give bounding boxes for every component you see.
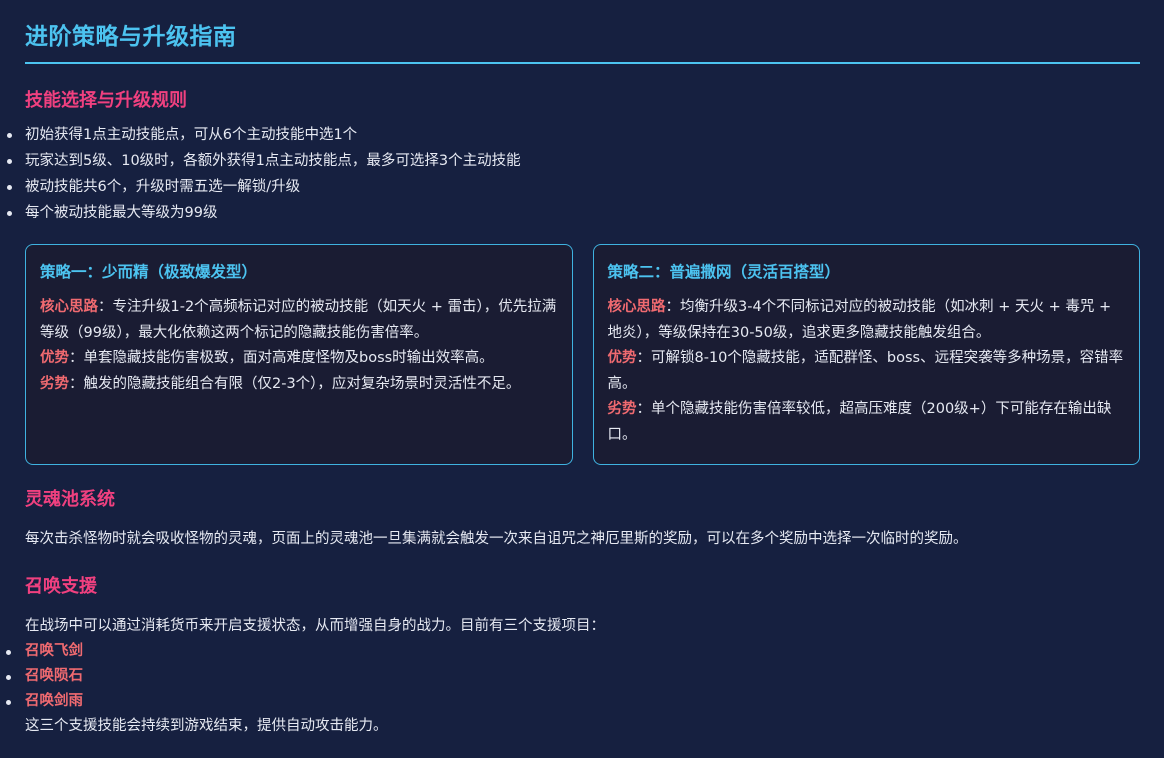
strategy-cons: 劣势：触发的隐藏技能组合有限（仅2-3个），应对复杂场景时灵活性不足。 — [40, 372, 558, 398]
summon-list: 召唤飞剑 召唤陨石 召唤剑雨 — [6, 639, 1140, 714]
list-item: 每个被动技能最大等级为99级 — [7, 200, 1140, 226]
cons-label: 劣势 — [607, 401, 637, 417]
strategy-card-focused: 策略一：少而精（极致爆发型） 核心思路：专注升级1-2个高频标记对应的被动技能（… — [25, 244, 573, 465]
summon-outro: 这三个支援技能会持续到游戏结束，提供自动攻击能力。 — [25, 718, 388, 734]
strategy-card-broad: 策略二：普遍撒网（灵活百搭型） 核心思路：均衡升级3-4个不同标记对应的被动技能… — [592, 244, 1140, 465]
soul-pool-heading: 灵魂池系统 — [25, 489, 115, 510]
pros-label: 优势 — [607, 350, 637, 366]
core-text: ：均衡升级3-4个不同标记对应的被动技能（如冰刺 + 天火 + 毒咒 + 地炎）… — [607, 299, 1112, 341]
list-item: 初始获得1点主动技能点，可从6个主动技能中选1个 — [7, 122, 1140, 148]
cons-label: 劣势 — [40, 375, 69, 392]
soul-pool-text: 每次击杀怪物时就会吸收怪物的灵魂，页面上的灵魂池一旦集满就会触发一次来自诅咒之神… — [25, 531, 968, 547]
core-label: 核心思路 — [607, 299, 666, 315]
list-item: 玩家达到5级、10级时，各额外获得1点主动技能点，最多可选择3个主动技能 — [7, 148, 1140, 174]
pros-label: 优势 — [40, 350, 69, 366]
list-item: 被动技能共6个，升级时需五选一解锁/升级 — [7, 174, 1140, 200]
core-label: 核心思路 — [40, 299, 98, 315]
strategy-core: 核心思路：均衡升级3-4个不同标记对应的被动技能（如冰刺 + 天火 + 毒咒 +… — [608, 295, 1126, 346]
skill-rules-list: 初始获得1点主动技能点，可从6个主动技能中选1个 玩家达到5级、10级时，各额外… — [7, 122, 1140, 226]
strategy-pros: 优势：可解锁8-10个隐藏技能，适配群怪、boss、远程突袭等多种场景，容错率高… — [608, 346, 1126, 397]
summon-item-meteor: 召唤陨石 — [6, 664, 1140, 689]
title-divider — [25, 62, 1140, 64]
core-text: ：专注升级1-2个高频标记对应的被动技能（如天火 + 雷击），优先拉满等级（99… — [40, 299, 557, 341]
summon-heading: 召唤支援 — [25, 576, 97, 597]
strategy-core: 核心思路：专注升级1-2个高频标记对应的被动技能（如天火 + 雷击），优先拉满等… — [40, 295, 558, 346]
pros-text: ：可解锁8-10个隐藏技能，适配群怪、boss、远程突袭等多种场景，容错率高。 — [607, 350, 1124, 392]
strategy-cons: 劣势：单个隐藏技能伤害倍率较低，超高压难度（200级+）下可能存在输出缺口。 — [608, 397, 1126, 448]
summon-item-sword-rain: 召唤剑雨 — [6, 689, 1140, 714]
strategy-title: 策略二：普遍撒网（灵活百搭型） — [607, 263, 841, 281]
cons-text: ：触发的隐藏技能组合有限（仅2-3个），应对复杂场景时灵活性不足。 — [69, 375, 521, 392]
cons-text: ：单个隐藏技能伤害倍率较低，超高压难度（200级+）下可能存在输出缺口。 — [607, 401, 1112, 443]
page-title: 进阶策略与升级指南 — [25, 24, 237, 50]
pros-text: ：单套隐藏技能伤害极致，面对高难度怪物及boss时输出效率高。 — [69, 350, 494, 366]
strategy-pros: 优势：单套隐藏技能伤害极致，面对高难度怪物及boss时输出效率高。 — [40, 346, 558, 372]
summon-intro: 在战场中可以通过消耗货币来开启支援状态，从而增强自身的战力。目前有三个支援项目： — [25, 618, 605, 634]
strategy-cards: 策略一：少而精（极致爆发型） 核心思路：专注升级1-2个高频标记对应的被动技能（… — [25, 244, 1140, 465]
skills-heading: 技能选择与升级规则 — [25, 90, 187, 111]
guide-page: 进阶策略与升级指南 技能选择与升级规则 初始获得1点主动技能点，可从6个主动技能… — [0, 0, 1164, 758]
summon-item-flying-sword: 召唤飞剑 — [6, 639, 1140, 664]
strategy-title: 策略一：少而精（极致爆发型） — [40, 263, 258, 281]
